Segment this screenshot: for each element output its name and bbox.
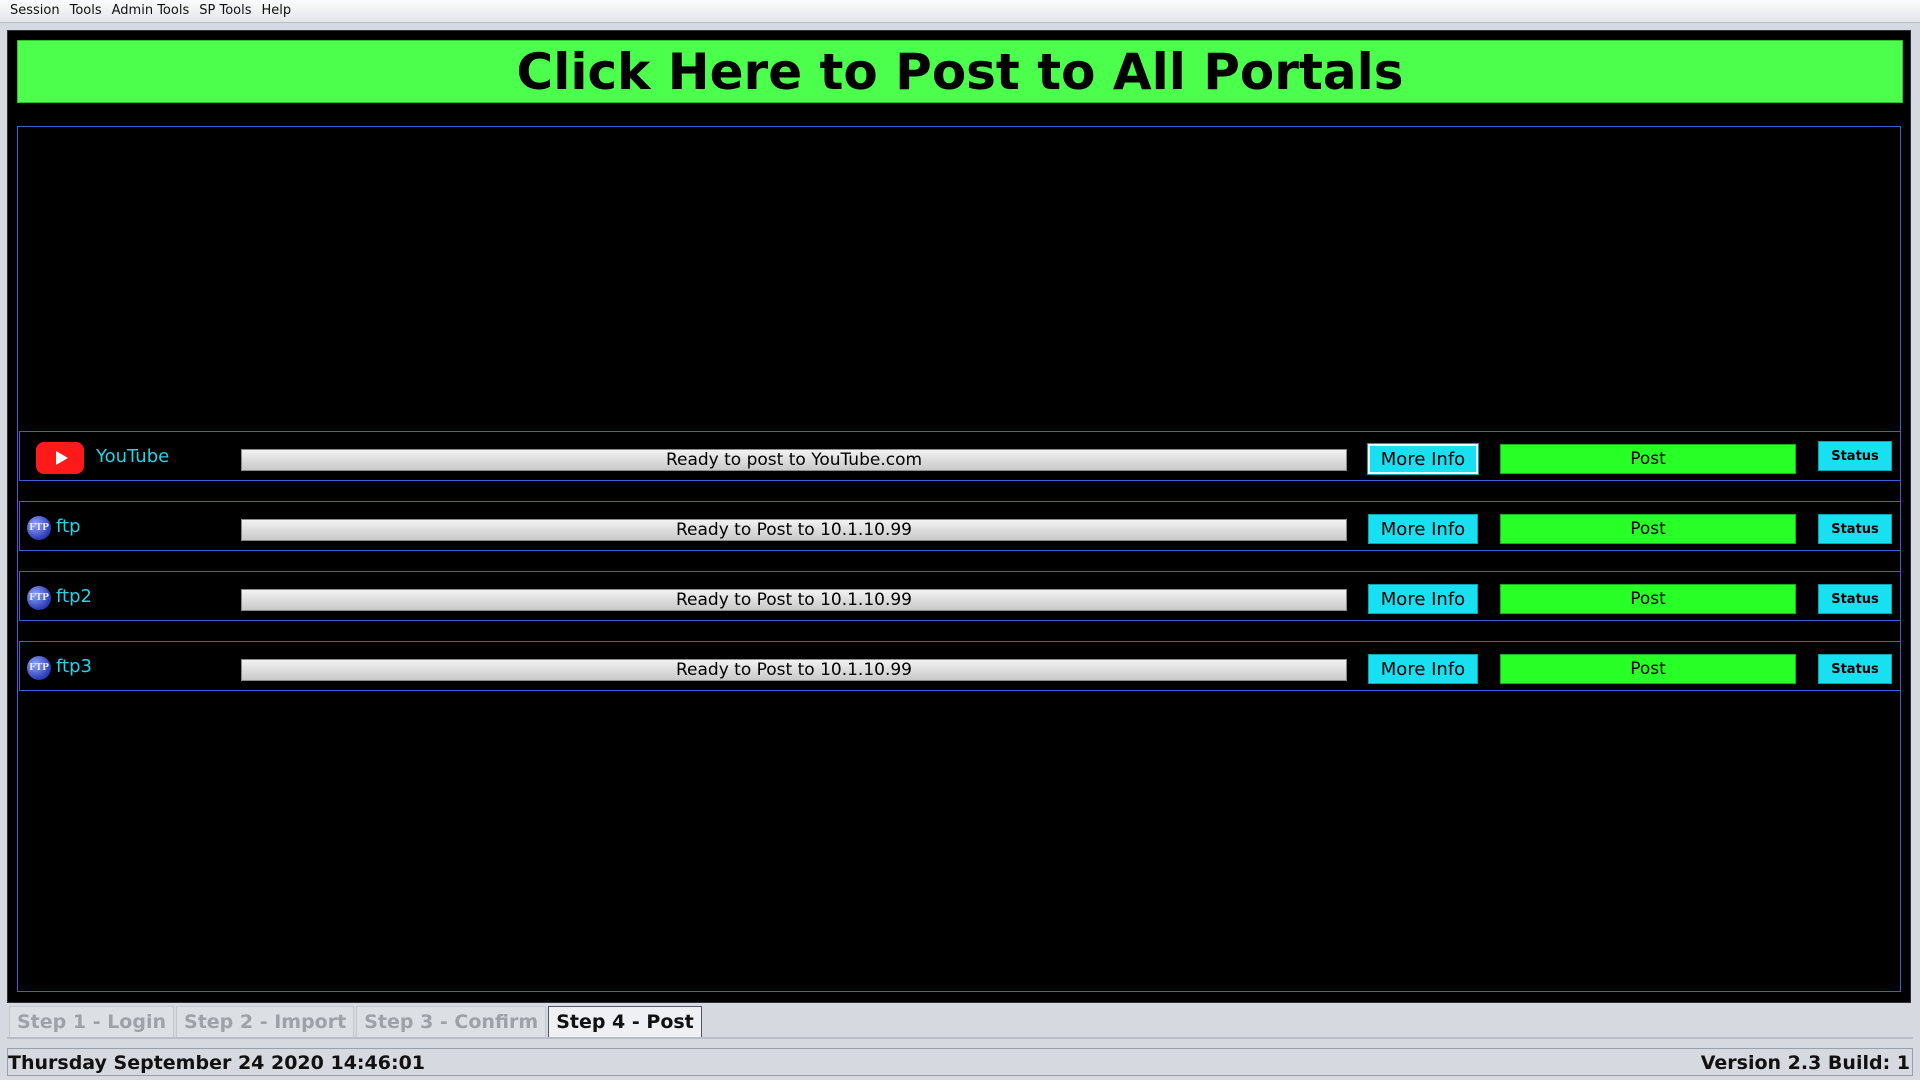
- step-tabs: Step 1 - Login Step 2 - Import Step 3 - …: [9, 1005, 704, 1037]
- status-bar: Thursday September 24 2020 14:46:01 Vers…: [0, 1046, 1920, 1080]
- ftp-icon: FTP: [27, 586, 51, 610]
- portal-name: YouTube: [96, 445, 170, 467]
- post-button[interactable]: Post: [1500, 584, 1796, 614]
- portal-row-ftp: FTP ftp Ready to Post to 10.1.10.99 More…: [19, 501, 1901, 551]
- post-button[interactable]: Post: [1500, 514, 1796, 544]
- portal-status-text: Ready to Post to 10.1.10.99: [241, 589, 1347, 611]
- status-button[interactable]: Status: [1818, 514, 1892, 544]
- tab-separator: [7, 1037, 1913, 1039]
- more-info-button[interactable]: More Info: [1368, 584, 1478, 614]
- tab-step-2-import[interactable]: Step 2 - Import: [176, 1006, 355, 1037]
- status-bar-frame: Thursday September 24 2020 14:46:01 Vers…: [7, 1048, 1913, 1076]
- ftp-icon: FTP: [27, 516, 51, 540]
- menu-bar: Session Tools Admin Tools SP Tools Help: [0, 0, 1920, 23]
- datetime-label: Thursday September 24 2020 14:46:01: [8, 1052, 426, 1074]
- status-button[interactable]: Status: [1818, 654, 1892, 684]
- post-to-all-portals-button[interactable]: Click Here to Post to All Portals: [17, 40, 1903, 103]
- menu-session[interactable]: Session: [0, 0, 65, 22]
- portal-panel: [17, 126, 1901, 992]
- tab-step-4-post[interactable]: Step 4 - Post: [548, 1006, 702, 1037]
- portal-name: ftp3: [56, 655, 92, 677]
- youtube-icon: [36, 442, 84, 474]
- status-button[interactable]: Status: [1818, 441, 1892, 471]
- portal-status-text: Ready to post to YouTube.com: [241, 449, 1347, 471]
- menu-help[interactable]: Help: [256, 0, 296, 22]
- portal-row-youtube: YouTube Ready to post to YouTube.com Mor…: [19, 431, 1901, 481]
- portal-row-ftp3: FTP ftp3 Ready to Post to 10.1.10.99 Mor…: [19, 641, 1901, 691]
- ftp-icon: FTP: [27, 656, 51, 680]
- more-info-button[interactable]: More Info: [1367, 443, 1479, 475]
- menu-admin-tools[interactable]: Admin Tools: [107, 0, 195, 22]
- portal-row-ftp2: FTP ftp2 Ready to Post to 10.1.10.99 Mor…: [19, 571, 1901, 621]
- post-button[interactable]: Post: [1500, 654, 1796, 684]
- post-button[interactable]: Post: [1500, 444, 1796, 474]
- tab-step-3-confirm[interactable]: Step 3 - Confirm: [356, 1006, 547, 1037]
- portal-status-text: Ready to Post to 10.1.10.99: [241, 659, 1347, 681]
- portal-name: ftp2: [56, 585, 92, 607]
- more-info-button[interactable]: More Info: [1368, 654, 1478, 684]
- portal-name: ftp: [56, 515, 81, 537]
- menu-sp-tools[interactable]: SP Tools: [194, 0, 256, 22]
- portal-status-text: Ready to Post to 10.1.10.99: [241, 519, 1347, 541]
- menu-tools[interactable]: Tools: [65, 0, 107, 22]
- more-info-button[interactable]: More Info: [1368, 514, 1478, 544]
- version-label: Version 2.3 Build: 1: [1700, 1052, 1910, 1074]
- status-button[interactable]: Status: [1818, 584, 1892, 614]
- tab-step-1-login[interactable]: Step 1 - Login: [9, 1006, 175, 1037]
